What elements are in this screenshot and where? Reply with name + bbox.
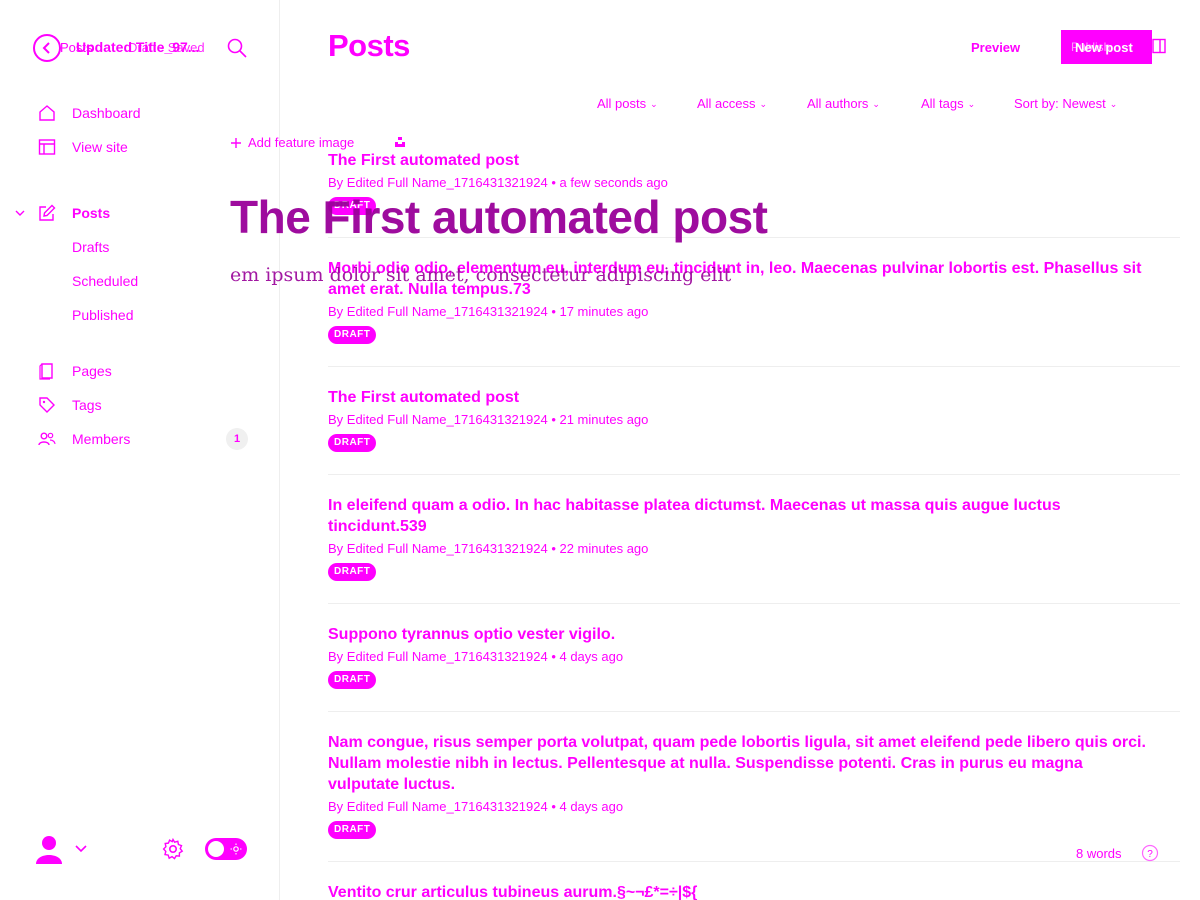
chevron-down-icon: ⌄ (1109, 99, 1118, 109)
sidebar-item-label: Members (72, 431, 131, 447)
preview-button[interactable]: Preview (971, 40, 1020, 55)
post-title[interactable]: In eleifend quam a odio. In hac habitass… (328, 495, 1158, 537)
post-title[interactable]: Nam congue, risus semper porta volutpat,… (328, 732, 1158, 795)
sidebar-item-dashboard[interactable]: Dashboard (0, 98, 260, 128)
chevron-down-icon (75, 845, 87, 853)
chevron-down-icon: ⌄ (872, 99, 880, 109)
svg-text:?: ? (1147, 849, 1153, 860)
sidebar-item-label: Drafts (72, 239, 110, 255)
user-avatar-icon (36, 836, 62, 864)
sidebar-item-tags[interactable]: Tags (0, 390, 260, 420)
page-icon (39, 363, 53, 380)
help-circle-icon: ? (1141, 844, 1159, 862)
post-title[interactable]: The First automated post (328, 387, 1158, 408)
post-list-item[interactable]: In eleifend quam a odio. In hac habitass… (328, 495, 1180, 604)
save-state: Draft - Saved (128, 40, 205, 55)
status-badge: DRAFT (328, 821, 377, 839)
sidebar-item-pages[interactable]: Pages (0, 356, 260, 386)
post-meta: By Edited Full Name_1716431321924 • 4 da… (328, 649, 624, 664)
home-icon (39, 105, 55, 121)
toggle-knob (208, 841, 224, 857)
chevron-down-icon: ⌄ (967, 99, 976, 109)
sidebar-item-label: Tags (72, 397, 102, 413)
settings-button[interactable] (161, 837, 185, 861)
gear-icon (162, 837, 184, 860)
post-list-item[interactable]: The First automated post By Edited Full … (328, 387, 1180, 475)
post-meta: By Edited Full Name_1716431321924 • 4 da… (328, 799, 624, 814)
sidebar-item-label: Scheduled (72, 273, 139, 289)
filter-label: All access (697, 96, 756, 111)
sidebar-item-published[interactable]: Published (0, 300, 260, 330)
status-badge: DRAFT (328, 434, 377, 452)
sidebar-item-label: Published (72, 307, 134, 323)
pencil-square-icon (39, 204, 56, 221)
filter-label: All posts (597, 96, 647, 111)
word-count: 8 words (1076, 846, 1122, 861)
post-meta: By Edited Full Name_1716431321924 • 22 m… (328, 541, 649, 556)
main-content: Posts Preview Publish New post All posts… (280, 0, 1200, 900)
plus-icon (231, 138, 241, 148)
user-menu[interactable] (34, 834, 94, 866)
post-list-item[interactable]: Nam congue, risus semper porta volutpat,… (328, 732, 1180, 862)
tag-icon (39, 397, 55, 413)
status-badge: DRAFT (328, 563, 377, 581)
filter-all-access[interactable]: All access ⌄ (697, 96, 767, 111)
chevron-down-icon: ⌄ (759, 99, 768, 109)
filter-label: All tags (921, 96, 964, 111)
search-button[interactable] (226, 37, 248, 59)
post-list-item[interactable]: Ventito crur articulus tubineus aurum.§~… (328, 882, 1180, 900)
sidebar-item-scheduled[interactable]: Scheduled (0, 266, 260, 296)
filter-all-authors[interactable]: All authors ⌄ (807, 96, 880, 111)
sidebar-toggle-button[interactable] (1152, 38, 1166, 54)
post-title[interactable]: The First automated post (328, 150, 1158, 171)
members-count-badge: 1 (226, 428, 248, 450)
post-list-item[interactable]: Suppono tyrannus optio vester vigilo. By… (328, 624, 1180, 712)
sidebar-item-label: Posts (72, 205, 111, 221)
sidebar-item-label: Dashboard (72, 105, 141, 121)
sidebar-panel-icon (1152, 38, 1166, 54)
filter-label: Sort by: Newest (1014, 96, 1106, 111)
sidebar: Posts Updated Title_97... Draft - Saved … (0, 0, 280, 900)
filter-sort[interactable]: Sort by: Newest ⌄ (1014, 96, 1117, 111)
editor-body-text[interactable]: em ipsum dolor sit amet, consectetur adi… (230, 264, 731, 286)
theme-toggle[interactable] (205, 838, 247, 860)
chevron-down-icon: ⌄ (650, 99, 658, 109)
filter-all-posts[interactable]: All posts ⌄ (597, 96, 658, 111)
status-badge: DRAFT (328, 671, 377, 689)
layout-icon (38, 139, 56, 155)
sidebar-item-posts[interactable]: Posts (0, 198, 260, 228)
sidebar-item-label: View site (72, 139, 128, 155)
sidebar-item-label: Pages (72, 363, 112, 379)
post-title[interactable]: Ventito crur articulus tubineus aurum.§~… (328, 882, 1158, 900)
status-badge: DRAFT (328, 326, 377, 344)
filter-label: All authors (807, 96, 869, 111)
post-meta: By Edited Full Name_1716431321924 • 17 m… (328, 304, 649, 319)
chevron-left-icon (42, 42, 50, 54)
add-feature-image-label: Add feature image (248, 135, 355, 150)
page-title: Posts (328, 28, 410, 63)
post-title[interactable]: Suppono tyrannus optio vester vigilo. (328, 624, 1158, 645)
filter-all-tags[interactable]: All tags ⌄ (921, 96, 975, 111)
search-icon (227, 38, 247, 58)
post-meta: By Edited Full Name_1716431321924 • 21 m… (328, 412, 649, 427)
post-meta: By Edited Full Name_1716431321924 • a fe… (328, 175, 668, 190)
help-button[interactable]: ? (1141, 844, 1159, 862)
unsplash-icon (395, 137, 405, 147)
users-icon (38, 432, 56, 446)
sidebar-item-view-site[interactable]: View site (0, 132, 260, 162)
sun-icon (230, 843, 242, 855)
sidebar-item-drafts[interactable]: Drafts (0, 232, 260, 262)
new-post-label: New post (1075, 40, 1133, 55)
back-button[interactable] (33, 34, 61, 62)
new-post-button[interactable]: Publish New post (1061, 30, 1152, 64)
editor-title-field[interactable]: The First automated post (230, 190, 768, 244)
sidebar-item-members[interactable]: Members 1 (0, 424, 260, 454)
